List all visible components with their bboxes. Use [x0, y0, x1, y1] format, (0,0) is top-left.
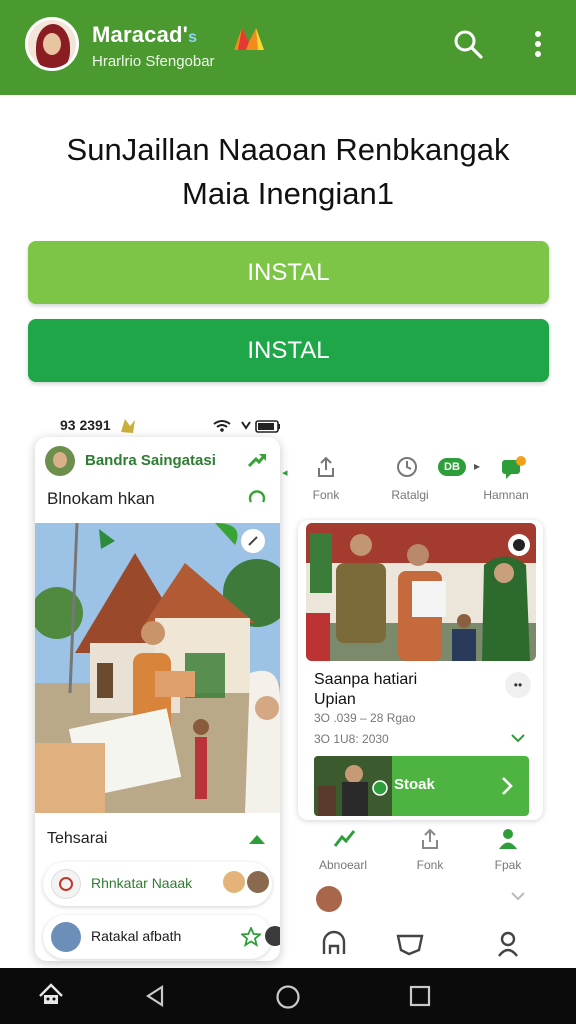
- chat-icon[interactable]: [500, 456, 526, 480]
- share-icon[interactable]: [419, 828, 441, 850]
- clock-icon[interactable]: [396, 456, 418, 478]
- avatar: [265, 926, 280, 946]
- status-icons: [213, 420, 280, 433]
- tab-badge: DB: [438, 458, 466, 476]
- person-icon[interactable]: [497, 828, 519, 850]
- trending-icon[interactable]: [333, 828, 357, 850]
- star-icon[interactable]: [241, 927, 261, 947]
- profile-avatar[interactable]: [25, 17, 79, 71]
- heading-line-2: Maia Inengian1: [182, 176, 394, 211]
- share-icon[interactable]: [315, 456, 337, 478]
- search-icon[interactable]: [452, 28, 484, 60]
- home-icon[interactable]: [275, 984, 301, 1010]
- contact-avatar[interactable]: [45, 446, 75, 476]
- nav-fpak[interactable]: Fpak: [473, 858, 543, 872]
- back-icon[interactable]: [144, 984, 168, 1008]
- page-heading: SunJaillan Naaoan Renbkangak Maia Inengi…: [0, 128, 576, 216]
- post-meta-time: 3O 1U8: 2030: [314, 732, 389, 746]
- post-subtitle: Blnokam hkan: [47, 489, 155, 508]
- avatar: [247, 871, 269, 893]
- app-subtitle: Hrarlrio Sfengobar: [92, 53, 215, 70]
- install-button-primary[interactable]: INSTAL: [28, 241, 549, 304]
- right-bottom-nav: Abnoearl Fonk Fpak: [298, 822, 543, 884]
- home-badge-icon[interactable]: [36, 980, 66, 1008]
- post-photo[interactable]: [35, 523, 280, 813]
- avatar[interactable]: [316, 886, 342, 912]
- app-title: Maracad's: [92, 22, 198, 47]
- sticker-icon: [121, 419, 135, 433]
- left-phone-card: Bandra Saingatasi Blnokam hkan Tehsarai …: [35, 437, 280, 961]
- status-time: 93 2391: [60, 417, 111, 433]
- trending-icon[interactable]: [247, 451, 267, 469]
- post-photo[interactable]: [306, 523, 536, 661]
- chevron-right-icon[interactable]: [500, 776, 514, 796]
- chevron-up-icon[interactable]: [247, 832, 267, 846]
- section-title: Tehsarai: [47, 830, 108, 847]
- tab-ratalgi[interactable]: Ratalgi: [380, 488, 440, 502]
- tab-arrow-icon: ◂: [282, 467, 288, 479]
- nav-abnoearl[interactable]: Abnoearl: [308, 858, 378, 872]
- contact-name: Bandra Saingatasi: [85, 452, 216, 469]
- recents-icon[interactable]: [408, 984, 432, 1008]
- list-item[interactable]: Rhnkatar Naaak: [43, 862, 272, 906]
- play-icon: ▸: [474, 459, 481, 473]
- stoak-banner[interactable]: Stoak: [314, 756, 529, 816]
- profile-icon[interactable]: [496, 930, 520, 958]
- app-bar: Maracad's Hrarlrio Sfengobar: [0, 0, 576, 95]
- post-title: Saanpa hatiari Upian: [314, 671, 418, 708]
- list-item[interactable]: Ratakal afbath: [43, 915, 280, 959]
- tab-hamnan[interactable]: Hamnan: [476, 488, 536, 502]
- tag-icon[interactable]: [395, 930, 425, 958]
- home-tab-icon[interactable]: [320, 930, 348, 958]
- app-logo-icon: [234, 28, 264, 50]
- nav-fonk[interactable]: Fonk: [395, 858, 465, 872]
- badge-icon: [51, 869, 81, 899]
- post-meta-date: 3O .039 – 28 Rgao: [314, 711, 416, 725]
- heading-line-1: SunJaillan Naaoan Renbkangak: [66, 132, 510, 167]
- system-nav-bar: [0, 968, 576, 1024]
- emoji-icon: [223, 871, 245, 893]
- list-item-label: Rhnkatar Naaak: [91, 875, 193, 891]
- tab-fonk[interactable]: Fonk: [296, 488, 356, 502]
- refresh-icon[interactable]: [247, 489, 267, 507]
- avatar: [51, 922, 81, 952]
- install-button-secondary[interactable]: INSTAL: [28, 319, 549, 382]
- chevron-down-icon[interactable]: [510, 732, 526, 744]
- stoak-label: Stoak: [394, 776, 435, 793]
- overflow-button[interactable]: ••: [505, 672, 531, 698]
- right-post-card: Saanpa hatiari Upian •• 3O .039 – 28 Rga…: [298, 520, 543, 820]
- more-vert-icon[interactable]: [522, 28, 554, 60]
- list-item-label: Ratakal afbath: [91, 928, 182, 944]
- chevron-down-icon[interactable]: [510, 890, 526, 902]
